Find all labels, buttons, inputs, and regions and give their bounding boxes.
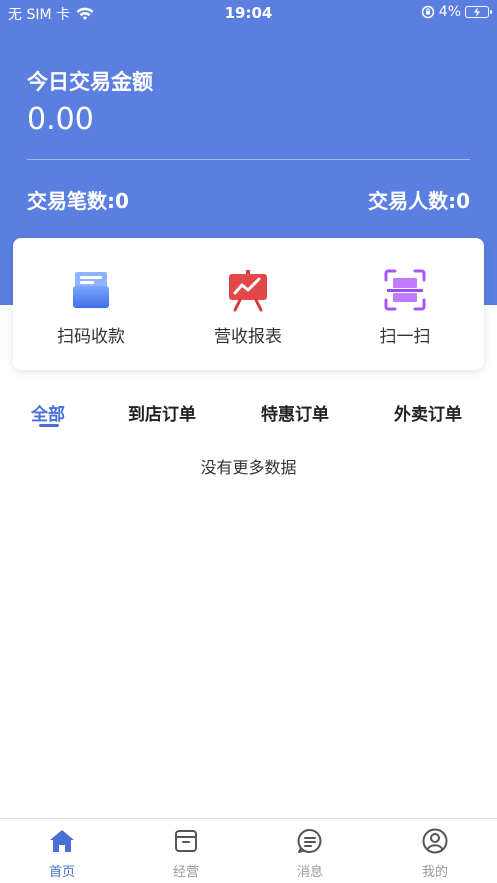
scan-icon bbox=[384, 269, 426, 311]
rotation-lock-icon bbox=[421, 5, 435, 19]
summary-title: 今日交易金额 bbox=[27, 70, 153, 94]
quick-action-label: 扫一扫 bbox=[379, 327, 431, 347]
status-bar: 无 SIM 卡 19:04 4% bbox=[0, 0, 497, 26]
quick-action-revenue-report[interactable]: 营收报表 bbox=[178, 268, 318, 347]
user-icon bbox=[422, 828, 448, 854]
tab-delivery-orders[interactable]: 外卖订单 bbox=[394, 400, 462, 425]
nav-label: 我的 bbox=[421, 865, 448, 880]
active-tab-indicator bbox=[39, 424, 59, 427]
bottom-nav: 首页 经营 消息 我的 bbox=[0, 818, 497, 883]
home-icon bbox=[50, 830, 74, 852]
empty-state-message: 没有更多数据 bbox=[200, 458, 297, 477]
nav-business[interactable]: 经营 bbox=[124, 827, 248, 880]
tab-special-orders[interactable]: 特惠订单 bbox=[261, 400, 329, 425]
quick-action-label: 营收报表 bbox=[214, 327, 282, 347]
chart-board-icon bbox=[229, 270, 267, 312]
nav-label: 消息 bbox=[296, 865, 323, 880]
quick-action-collect-payment[interactable]: 扫码收款 bbox=[21, 268, 161, 347]
summary-divider bbox=[27, 159, 470, 160]
nav-label: 经营 bbox=[172, 865, 199, 880]
box-icon bbox=[175, 830, 197, 852]
transaction-count: 交易笔数:0 bbox=[27, 189, 129, 213]
status-right: 4% bbox=[421, 4, 492, 20]
summary-amount: 0.00 bbox=[27, 102, 94, 137]
nav-messages[interactable]: 消息 bbox=[248, 827, 372, 880]
nav-label: 首页 bbox=[48, 865, 75, 880]
message-icon bbox=[297, 828, 322, 853]
nav-home[interactable]: 首页 bbox=[0, 827, 124, 880]
battery-percent: 4% bbox=[438, 4, 461, 20]
tab-all[interactable]: 全部 bbox=[31, 400, 65, 425]
battery-icon bbox=[465, 6, 492, 18]
nav-profile[interactable]: 我的 bbox=[373, 827, 497, 880]
quick-action-label: 扫码收款 bbox=[57, 327, 125, 347]
quick-actions-card: 扫码收款 营收报表 扫一扫 bbox=[13, 238, 484, 370]
customer-count: 交易人数:0 bbox=[368, 189, 470, 213]
quick-action-scan[interactable]: 扫一扫 bbox=[335, 268, 475, 347]
tab-in-store-orders[interactable]: 到店订单 bbox=[128, 400, 196, 425]
order-tabs: 全部 到店订单 特惠订单 外卖订单 bbox=[0, 396, 497, 436]
receipt-box-icon bbox=[73, 272, 109, 308]
